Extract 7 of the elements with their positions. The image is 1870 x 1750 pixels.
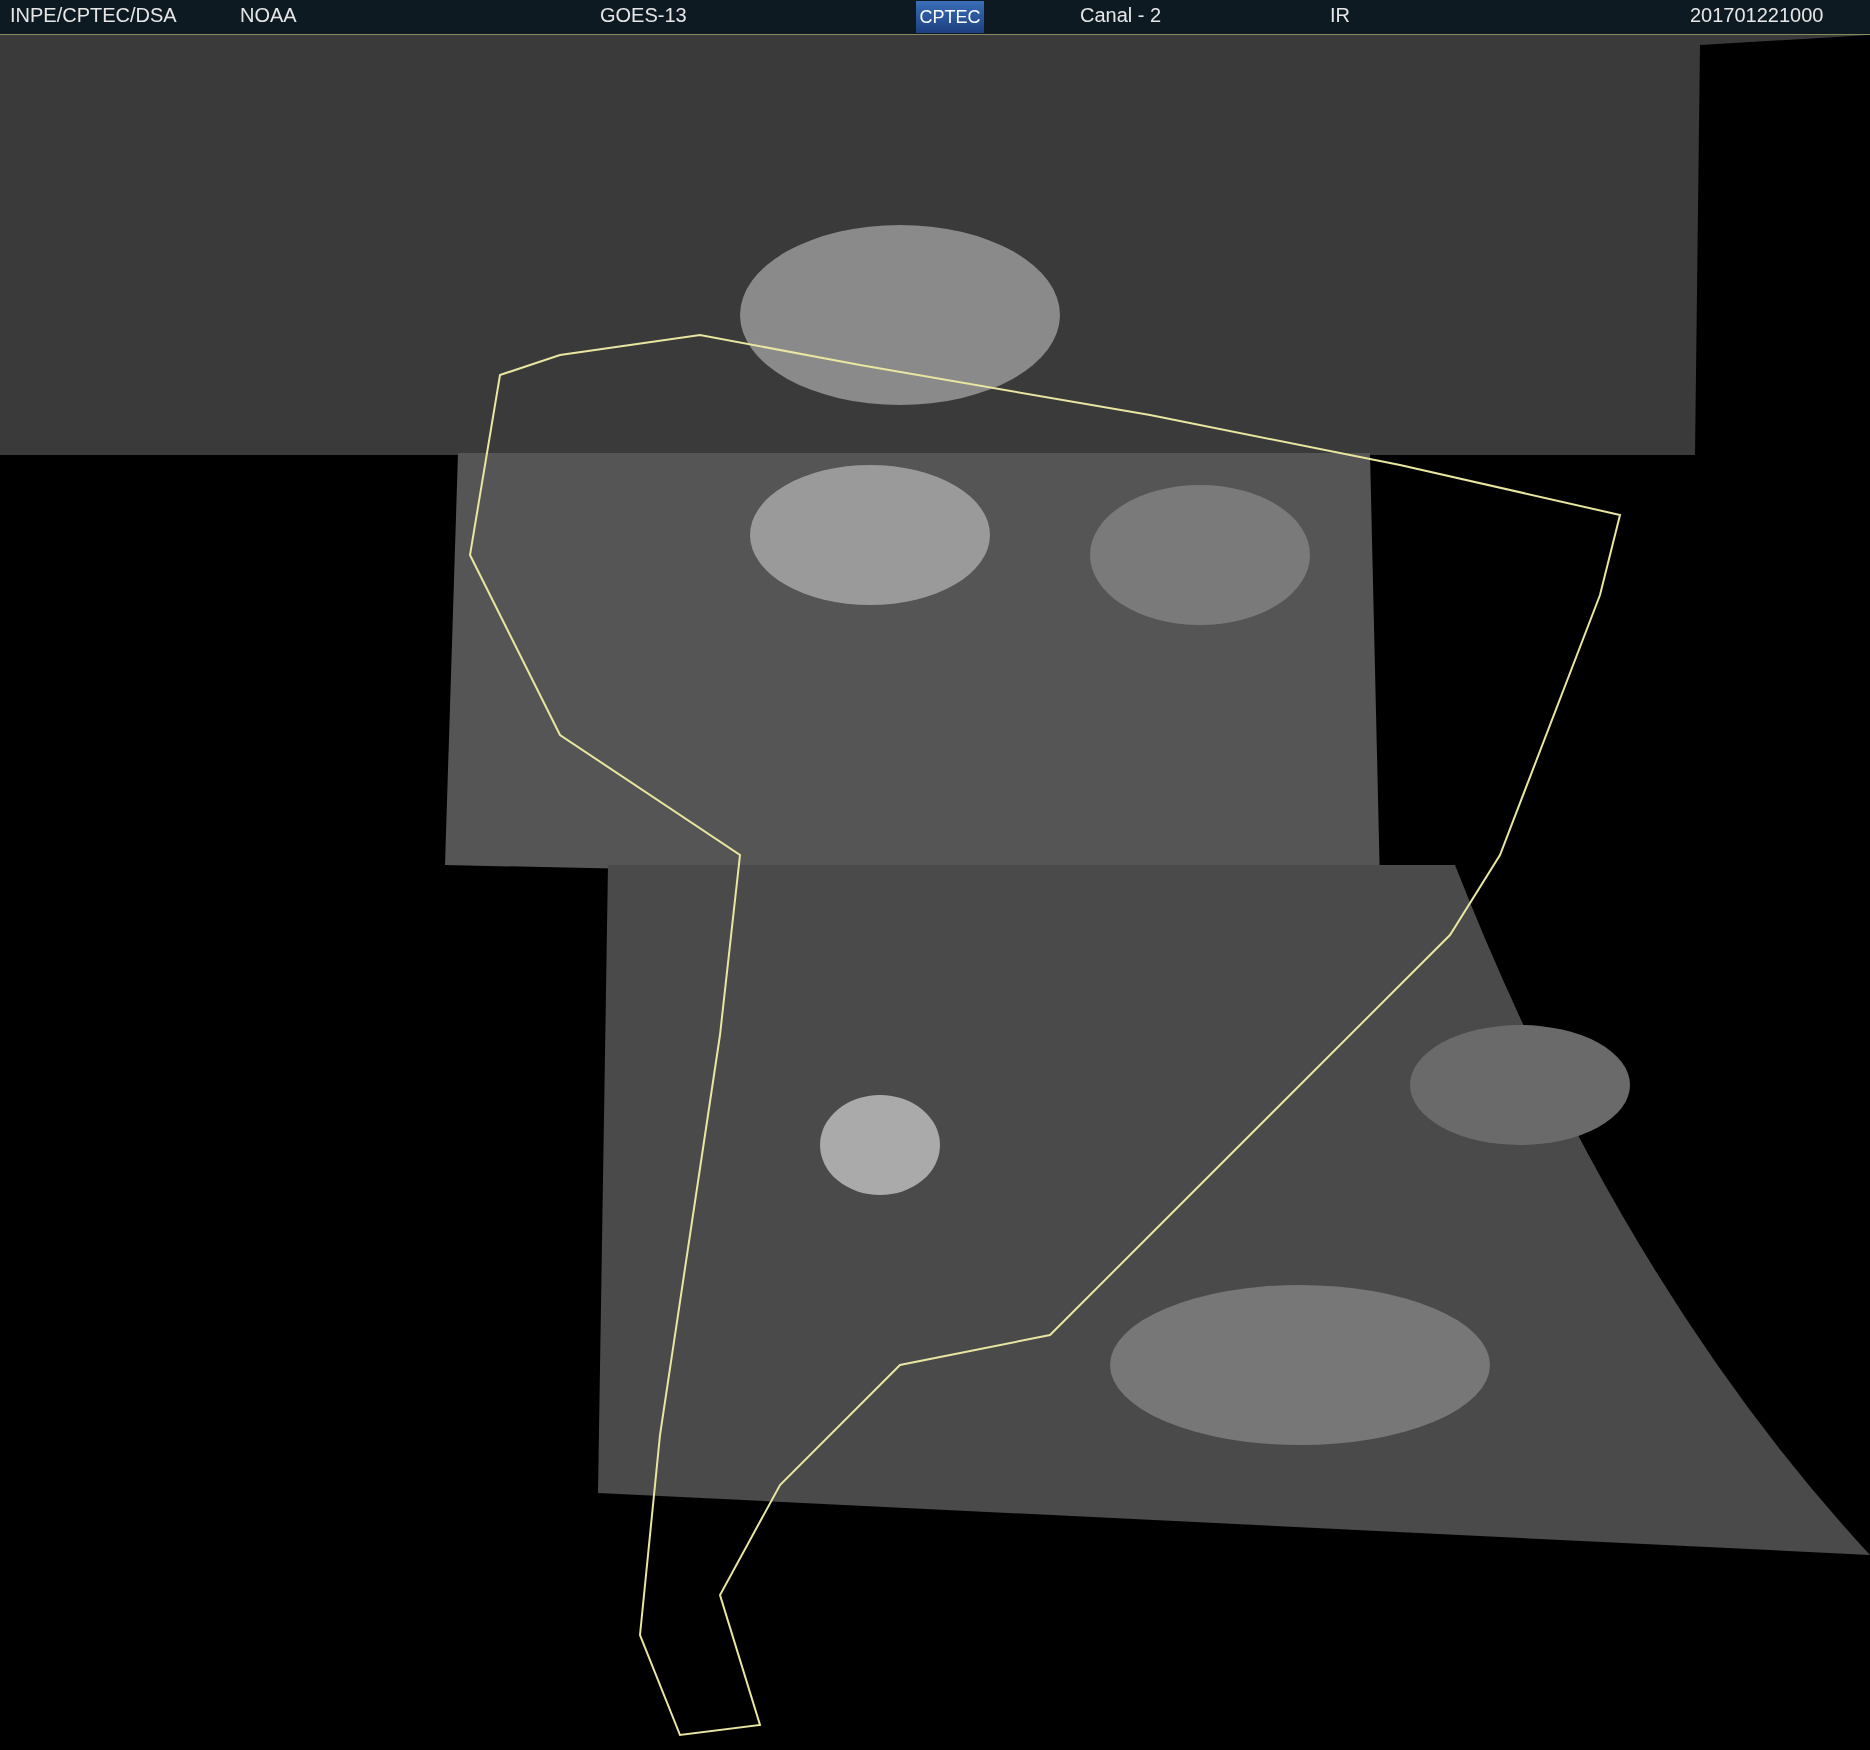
source-label: INPE/CPTEC/DSA — [10, 4, 177, 26]
band-label: IR — [1330, 4, 1350, 26]
channel-label: Canal - 2 — [1080, 4, 1162, 26]
logo: CPTEC — [916, 1, 984, 33]
agency-label: NOAA — [240, 4, 297, 26]
timestamp-label: 201701221000 — [1690, 4, 1824, 26]
satellite-label: GOES-13 — [600, 4, 687, 26]
